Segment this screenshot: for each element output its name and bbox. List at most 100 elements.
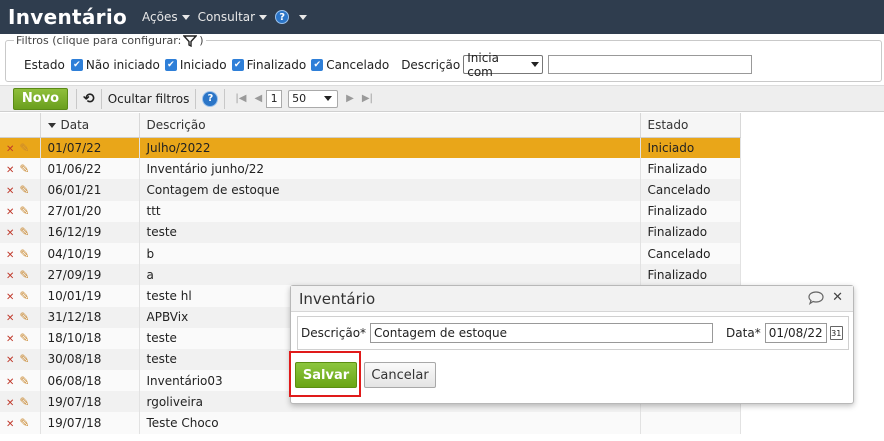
dialog-form: Descrição* Contagem de estoque Data* 01/… [297, 316, 849, 350]
edit-pencil-icon[interactable]: ✎ [19, 331, 29, 345]
chevron-down-icon [324, 96, 333, 101]
edit-pencil-icon[interactable]: ✎ [19, 247, 29, 261]
toolbar-divider [224, 88, 226, 109]
page-number-input[interactable]: 1 [266, 89, 283, 108]
table-row[interactable]: ✕ ✎ 19/07/18 Teste Choco [0, 412, 741, 434]
menu-consultar-label: Consultar [197, 10, 256, 24]
edit-pencil-icon[interactable]: ✎ [19, 183, 29, 197]
checkbox-iniciado[interactable]: ✔ Iniciado [164, 58, 227, 72]
table-row[interactable]: ✕ ✎ 27/09/19 a Finalizado [0, 264, 741, 286]
edit-pencil-icon[interactable]: ✎ [19, 289, 29, 303]
novo-button[interactable]: Novo [13, 87, 68, 110]
refresh-icon[interactable]: ⟲ [83, 91, 95, 107]
hide-filters-button[interactable]: Ocultar filtros [108, 92, 190, 106]
descricao-filter-input[interactable] [548, 55, 753, 74]
edit-pencil-icon[interactable]: ✎ [19, 204, 29, 218]
cell-data: 27/01/20 [40, 200, 140, 222]
cell-estado: Iniciado [640, 137, 741, 159]
cell-data: 30/08/18 [40, 348, 140, 371]
delete-icon[interactable]: ✕ [6, 250, 14, 261]
descricao-mode-select[interactable]: Inicia com [463, 51, 544, 79]
filters-legend-close: ) [199, 34, 204, 47]
delete-icon[interactable]: ✕ [6, 228, 14, 239]
checkbox-finalizado[interactable]: ✔ Finalizado [231, 58, 306, 72]
filters-legend-text: Filtros (clique para configurar: [16, 34, 182, 47]
dialog-header: Inventário [291, 286, 853, 312]
edit-pencil-icon[interactable]: ✎ [19, 416, 29, 430]
column-header-descricao[interactable]: Descrição [139, 113, 641, 138]
estado-label: Estado [24, 57, 65, 72]
dialog-title: Inventário [299, 289, 376, 308]
cell-data: 06/08/18 [40, 370, 140, 392]
column-header-data[interactable]: Data [40, 113, 140, 138]
first-page-icon[interactable]: |◀ [235, 93, 246, 104]
cancel-button[interactable]: Cancelar [364, 362, 436, 388]
last-page-icon[interactable]: ▶| [362, 93, 373, 104]
edit-pencil-icon[interactable]: ✎ [19, 141, 29, 155]
cell-estado: Finalizado [640, 200, 741, 222]
delete-icon[interactable]: ✕ [6, 334, 14, 345]
cell-data: 10/01/19 [40, 285, 140, 307]
edit-pencil-icon[interactable]: ✎ [19, 374, 29, 388]
calendar-icon[interactable]: 31 [829, 326, 843, 340]
checkbox-checked-icon: ✔ [311, 58, 324, 71]
table-row[interactable]: ✕ ✎ 01/06/22 Inventário junho/22 Finalizado [0, 158, 741, 180]
checkbox-cancelado[interactable]: ✔ Cancelado [311, 58, 389, 72]
row-actions: ✕ ✎ [0, 158, 41, 180]
table-row[interactable]: ✕ ✎ 04/10/19 b Cancelado [0, 242, 741, 265]
delete-icon[interactable]: ✕ [6, 144, 14, 155]
filters-legend[interactable]: Filtros (clique para configurar: ) [14, 34, 206, 47]
checkbox-checked-icon: ✔ [231, 58, 244, 71]
menu-acoes[interactable]: Ações [142, 10, 190, 24]
page-size-select[interactable]: 50 [288, 89, 339, 108]
chevron-down-icon [531, 62, 540, 67]
cell-descricao: ttt [139, 200, 641, 222]
next-page-icon[interactable]: ▶ [346, 93, 354, 104]
chevron-down-icon [259, 14, 268, 20]
table-row[interactable]: ✕ ✎ 16/12/19 teste Finalizado [0, 221, 741, 243]
edit-pencil-icon[interactable]: ✎ [19, 310, 29, 324]
edit-pencil-icon[interactable]: ✎ [19, 352, 29, 366]
comment-icon[interactable] [808, 290, 824, 305]
checkbox-nao-iniciado[interactable]: ✔ Não iniciado [70, 58, 160, 72]
delete-icon[interactable]: ✕ [6, 377, 14, 388]
cell-descricao: b [139, 242, 641, 265]
edit-pencil-icon[interactable]: ✎ [19, 162, 29, 176]
delete-icon[interactable]: ✕ [6, 355, 14, 366]
row-actions: ✕ ✎ [0, 327, 41, 349]
cell-data: 27/09/19 [40, 264, 140, 286]
edit-pencil-icon[interactable]: ✎ [19, 395, 29, 409]
row-actions: ✕ ✎ [0, 391, 41, 413]
menu-consultar[interactable]: Consultar [198, 10, 268, 24]
delete-icon[interactable]: ✕ [6, 186, 14, 197]
edit-pencil-icon[interactable]: ✎ [19, 225, 29, 239]
descricao-field[interactable]: Contagem de estoque [370, 323, 714, 343]
checkbox-checked-icon: ✔ [70, 58, 83, 71]
edit-pencil-icon[interactable]: ✎ [19, 268, 29, 282]
cell-data: 04/10/19 [40, 242, 140, 265]
delete-icon[interactable]: ✕ [6, 419, 14, 430]
cell-estado: Finalizado [640, 221, 741, 243]
main-menu: Ações Consultar ? [142, 10, 315, 24]
delete-icon[interactable]: ✕ [6, 271, 14, 282]
delete-icon[interactable]: ✕ [6, 207, 14, 218]
cell-descricao: a [139, 264, 641, 286]
cell-estado: Cancelado [640, 242, 741, 265]
descricao-mode-value: Inicia com [467, 50, 499, 79]
toolbar-divider [100, 88, 102, 109]
table-row[interactable]: ✕ ✎ 01/07/22 Julho/2022 Iniciado [0, 137, 741, 159]
row-actions: ✕ ✎ [0, 306, 41, 328]
help-icon[interactable]: ? [202, 90, 219, 107]
cell-estado: Finalizado [640, 264, 741, 286]
delete-icon[interactable]: ✕ [6, 165, 14, 176]
data-field[interactable]: 01/08/22 [764, 323, 827, 343]
delete-icon[interactable]: ✕ [6, 313, 14, 324]
delete-icon[interactable]: ✕ [6, 292, 14, 303]
delete-icon[interactable]: ✕ [6, 398, 14, 409]
table-row[interactable]: ✕ ✎ 06/01/21 Contagem de estoque Cancelado [0, 179, 741, 201]
prev-page-icon[interactable]: ◀ [254, 93, 262, 104]
help-menu[interactable]: ? [275, 10, 308, 24]
table-row[interactable]: ✕ ✎ 27/01/20 ttt Finalizado [0, 200, 741, 222]
close-icon[interactable]: ✕ [832, 290, 843, 305]
column-header-estado[interactable]: Estado [640, 113, 741, 138]
